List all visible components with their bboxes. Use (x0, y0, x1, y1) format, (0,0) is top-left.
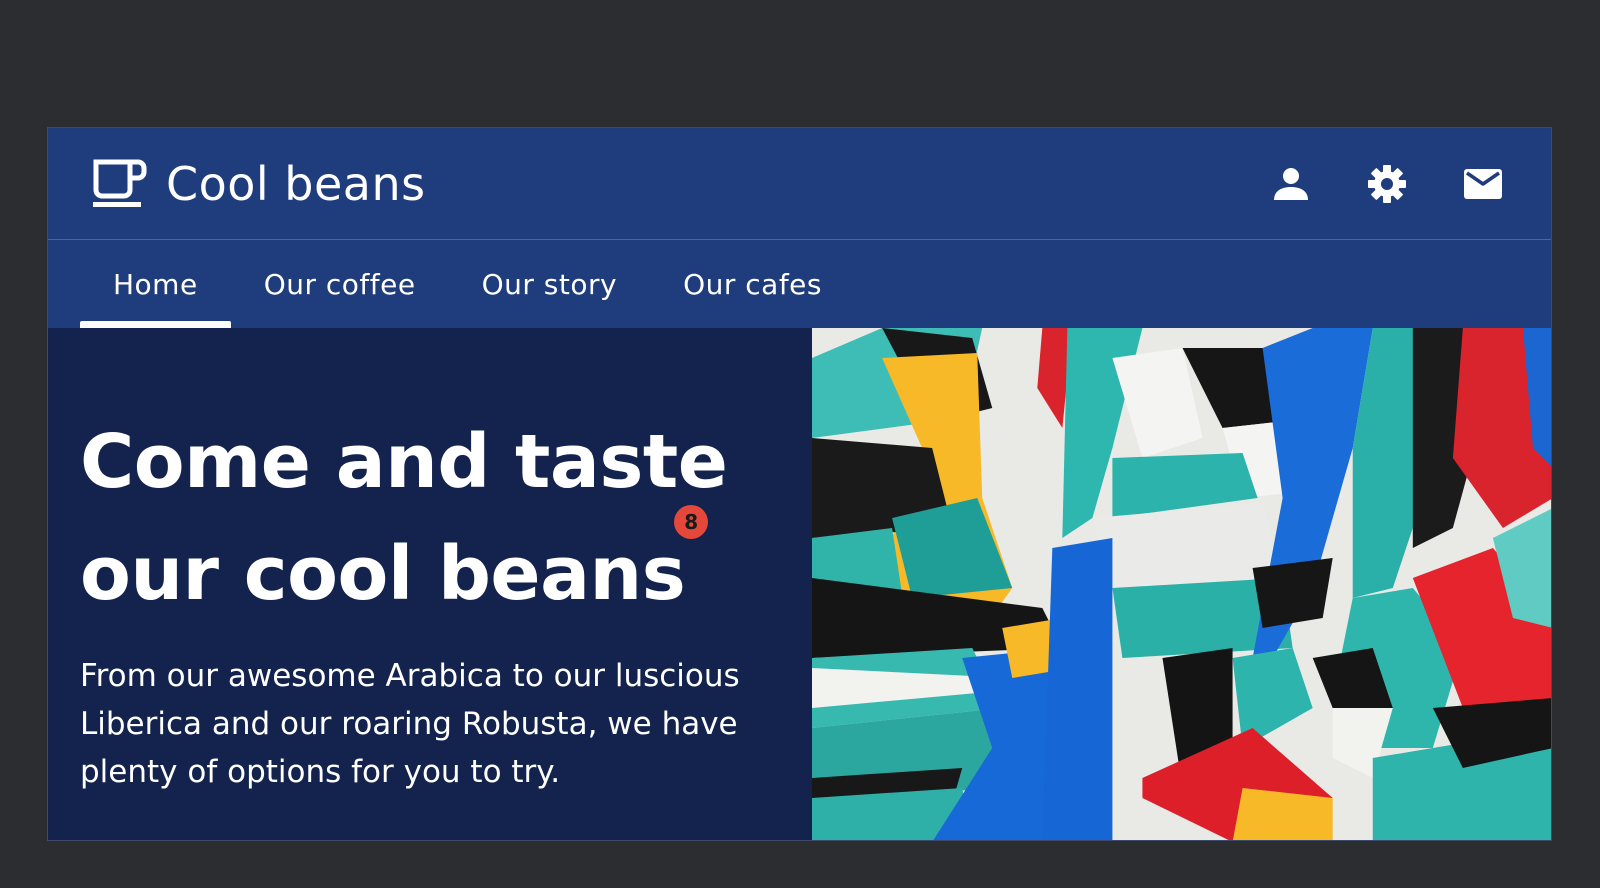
gear-icon (1368, 165, 1406, 203)
mail-icon (1464, 169, 1502, 199)
tab-label: Our cafes (683, 267, 822, 301)
nav-tabs: Home Our coffee Our story Our cafes (80, 240, 855, 328)
notification-badge: 8 (674, 505, 708, 539)
app-header: Cool beans (48, 128, 1551, 240)
tab-our-story[interactable]: Our story (449, 240, 650, 328)
tab-home[interactable]: Home (80, 240, 231, 328)
person-icon (1274, 168, 1308, 200)
messages-button[interactable] (1463, 164, 1503, 204)
header-actions (1271, 164, 1503, 204)
coffee-cup-icon (93, 159, 147, 207)
main-nav: Home Our coffee Our story Our cafes (48, 240, 1551, 328)
abstract-mural-image (812, 328, 1551, 840)
hero-artwork (812, 328, 1551, 840)
app-window: Cool beans Home Our coffee Our story Our… (47, 127, 1552, 841)
tab-label: Home (113, 267, 198, 301)
tab-our-cafes[interactable]: Our cafes (650, 240, 855, 328)
tab-label: Our coffee (263, 267, 416, 301)
hero-headline: Come and taste our cool beans 8 (80, 406, 800, 630)
settings-button[interactable] (1367, 164, 1407, 204)
hero-description: From our awesome Arabica to our luscious… (80, 658, 740, 790)
tab-label: Our story (481, 267, 618, 301)
tab-our-coffee[interactable]: Our coffee (231, 240, 449, 328)
hero-content: Come and taste our cool beans 8 From our… (80, 406, 800, 796)
brand[interactable]: Cool beans (92, 158, 426, 210)
account-button[interactable] (1271, 164, 1311, 204)
app-title: Cool beans (166, 157, 426, 211)
